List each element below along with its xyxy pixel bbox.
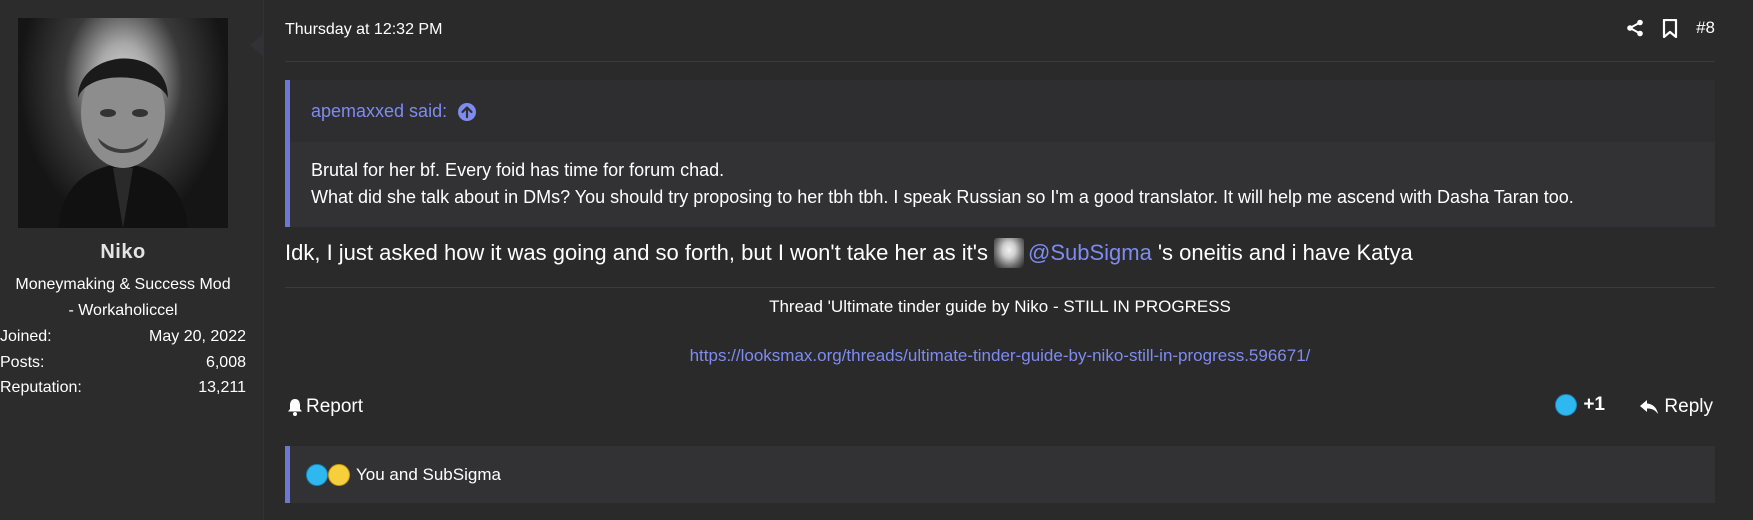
bell-icon: [288, 399, 302, 416]
signature-link[interactable]: https://looksmax.org/threads/ultimate-ti…: [285, 346, 1715, 366]
quote-block: apemaxxed said: Brutal for her bf. Every…: [285, 80, 1715, 227]
quote-line: What did she talk about in DMs? You shou…: [311, 187, 1574, 207]
stat-label: Reputation:: [0, 379, 82, 396]
reply-icon: [1640, 400, 1659, 414]
divider: [285, 61, 1715, 62]
post-content: Thursday at 12:32 PM #8 apemaxxed said:: [285, 0, 1715, 520]
user-title-line1: Moneymaking & Success Mod: [15, 276, 231, 293]
user-sidebar: Niko Moneymaking & Success Mod - Workaho…: [0, 0, 264, 520]
quote-body: Brutal for her bf. Every foid has time f…: [311, 157, 1574, 211]
report-button[interactable]: Report: [287, 396, 363, 418]
stat-value: 13,211: [198, 379, 246, 396]
stat-label: Joined:: [0, 328, 52, 345]
share-icon[interactable]: [1626, 19, 1644, 37]
user-title-line2: - Workaholiccel: [68, 302, 178, 319]
sidebar-pointer: [250, 33, 264, 57]
reactions-summary[interactable]: You and SubSigma: [356, 465, 501, 485]
post-timestamp[interactable]: Thursday at 12:32 PM: [285, 21, 442, 39]
quote-header: apemaxxed said:: [290, 80, 1715, 142]
wow-emoji-icon: [328, 463, 350, 486]
post-message: Idk, I just asked how it was going and s…: [285, 238, 1413, 268]
post-header-actions: #8: [1626, 18, 1715, 38]
mention-avatar[interactable]: [994, 238, 1024, 268]
stat-posts: Posts: 6,008: [0, 354, 246, 378]
avatar-portrait: [58, 58, 188, 228]
arrow-up-circle-icon[interactable]: [457, 102, 477, 122]
username[interactable]: Niko: [0, 241, 246, 264]
user-title: Moneymaking & Success Mod - Workaholicce…: [0, 272, 246, 324]
signature-title: Thread 'Ultimate tinder guide by Niko - …: [769, 297, 1231, 316]
user-mention[interactable]: @SubSigma: [1028, 240, 1152, 266]
reply-label: Reply: [1664, 396, 1713, 417]
like-reaction-button[interactable]: +1: [1555, 394, 1605, 416]
stat-label: Posts:: [0, 354, 45, 371]
signature-divider: [285, 287, 1715, 288]
bookmark-icon[interactable]: [1662, 18, 1678, 38]
stat-reputation: Reputation: 13,211: [0, 379, 246, 403]
like-emoji-icon: [306, 463, 328, 486]
stat-value: May 20, 2022: [149, 328, 246, 345]
quote-author-link[interactable]: apemaxxed said:: [311, 101, 477, 122]
quote-line: Brutal for her bf. Every foid has time f…: [311, 160, 725, 180]
stat-value: 6,008: [205, 354, 246, 371]
like-emoji-icon: [1555, 394, 1578, 416]
message-text: 's oneitis and i have Katya: [1157, 240, 1413, 265]
reply-button[interactable]: Reply: [1639, 396, 1713, 418]
report-label: Report: [306, 396, 364, 417]
like-count-label: +1: [1583, 394, 1605, 415]
stat-joined: Joined: May 20, 2022: [0, 328, 246, 352]
message-text: Idk, I just asked how it was going and s…: [285, 240, 988, 265]
user-avatar[interactable]: [18, 18, 228, 228]
post-number-link[interactable]: #8: [1696, 18, 1715, 38]
reactions-bar[interactable]: You and SubSigma: [285, 446, 1715, 503]
quote-author: apemaxxed said:: [311, 101, 448, 121]
